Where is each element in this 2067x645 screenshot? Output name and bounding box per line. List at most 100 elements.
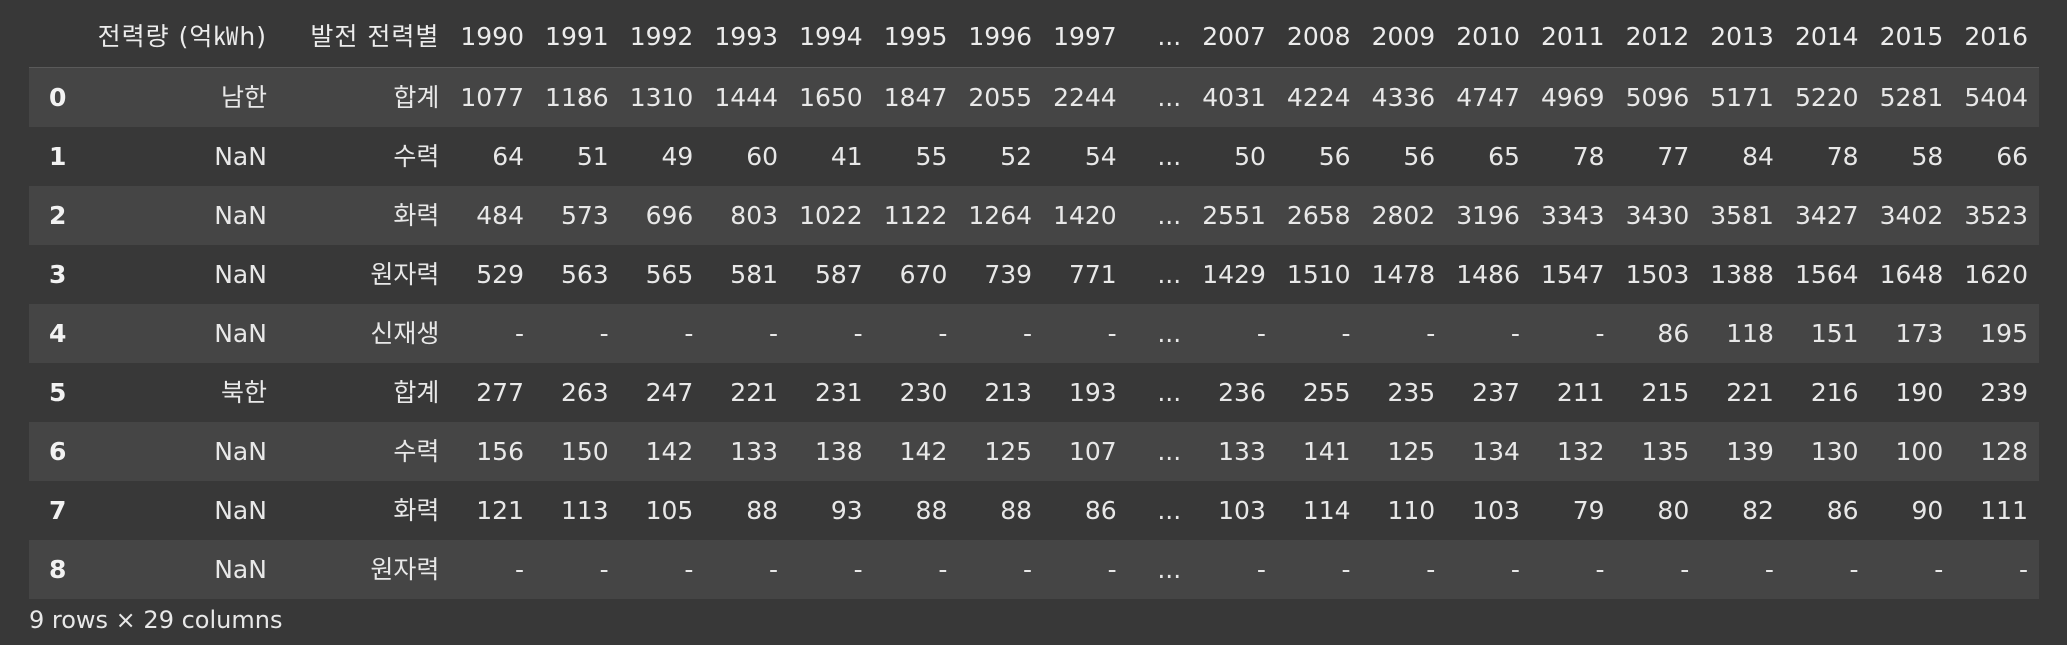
table-cell: - bbox=[1256, 319, 1266, 348]
table-cell: 4747 bbox=[1456, 83, 1520, 112]
column-header: 2010 bbox=[1446, 7, 1531, 68]
table-cell: 화력 bbox=[393, 201, 440, 230]
table-cell: 3430 bbox=[1625, 201, 1690, 230]
table-cell: 1650 bbox=[799, 83, 863, 112]
column-header: ... bbox=[1127, 7, 1193, 68]
column-header: 1997 bbox=[1043, 7, 1128, 68]
table-cell: 58 bbox=[1911, 142, 1944, 171]
column-header: 2016 bbox=[1954, 7, 2039, 68]
table-cell: 1310 bbox=[629, 83, 694, 112]
table-cell: - bbox=[2018, 555, 2028, 584]
table-cell: - bbox=[1680, 555, 1690, 584]
table-cell: 1486 bbox=[1456, 260, 1520, 289]
table-cell: 529 bbox=[476, 260, 524, 289]
table-cell: - bbox=[1023, 555, 1033, 584]
table-cell: 65 bbox=[1488, 142, 1520, 171]
table-cell: 화력 bbox=[393, 496, 440, 525]
table-cell: 55 bbox=[915, 142, 948, 171]
table-cell: 484 bbox=[476, 201, 524, 230]
table-cell: - bbox=[1595, 555, 1605, 584]
dataframe-output: 전력량 (억㎾h) 발전 전력별 1990 1991 1992 1993 1994 1995 1… bbox=[29, 7, 2039, 599]
table-cell: 118 bbox=[1726, 319, 1774, 348]
table-cell: 41 bbox=[830, 142, 863, 171]
table-cell: ... bbox=[1157, 378, 1182, 407]
table-cell: NaN bbox=[214, 437, 267, 466]
table-cell: 133 bbox=[730, 437, 779, 466]
table-cell: 3196 bbox=[1456, 201, 1520, 230]
table-cell: 150 bbox=[560, 437, 609, 466]
table-cell: - bbox=[1426, 555, 1436, 584]
table-cell: - bbox=[938, 555, 948, 584]
table-cell: 합계 bbox=[393, 83, 440, 112]
table-cell: 88 bbox=[1000, 496, 1033, 525]
table-cell: 105 bbox=[645, 496, 694, 525]
table-cell: 237 bbox=[1472, 378, 1520, 407]
table-cell: 581 bbox=[730, 260, 779, 289]
table-body: 0 남한 합계 1077 1186 1310 1444 1650 1847 2055 2244...… bbox=[29, 67, 2039, 599]
table-cell: 수력 bbox=[393, 142, 440, 171]
table-cell: 235 bbox=[1387, 378, 1436, 407]
table-cell: 북한 bbox=[220, 378, 267, 407]
table-row: 3 NaN 원자력 529 563 565 581 587 670 739 771... 1429 15… bbox=[29, 245, 2039, 304]
table-cell: 141 bbox=[1302, 437, 1351, 466]
column-header: 1990 bbox=[450, 7, 535, 68]
table-cell: NaN bbox=[214, 555, 267, 584]
table-cell: 1429 bbox=[1202, 260, 1266, 289]
table-cell: 107 bbox=[1068, 437, 1117, 466]
table-cell: 239 bbox=[1980, 378, 2028, 407]
table-cell: 54 bbox=[1084, 142, 1117, 171]
table-cell: - bbox=[1256, 555, 1266, 584]
table-cell: ... bbox=[1157, 319, 1182, 348]
table-cell: 151 bbox=[1810, 319, 1859, 348]
table-cell: 원자력 bbox=[370, 555, 440, 584]
table-cell: 100 bbox=[1895, 437, 1944, 466]
column-header: 1996 bbox=[958, 7, 1044, 68]
column-header: 2015 bbox=[1869, 7, 1955, 68]
table-cell: 255 bbox=[1302, 378, 1351, 407]
table-cell: 5404 bbox=[1964, 83, 2028, 112]
table-cell: - bbox=[1595, 319, 1605, 348]
index-header bbox=[29, 7, 70, 68]
table-cell: 573 bbox=[560, 201, 609, 230]
table-cell: 696 bbox=[645, 201, 694, 230]
table-cell: 236 bbox=[1218, 378, 1266, 407]
row-index: 5 bbox=[49, 378, 67, 407]
table-cell: - bbox=[1341, 555, 1351, 584]
table-cell: 1648 bbox=[1879, 260, 1944, 289]
table-cell: 565 bbox=[645, 260, 694, 289]
table-cell: - bbox=[1426, 319, 1436, 348]
table-cell: 130 bbox=[1810, 437, 1859, 466]
table-cell: - bbox=[514, 319, 524, 348]
table-cell: 3402 bbox=[1879, 201, 1944, 230]
table-cell: - bbox=[1510, 555, 1520, 584]
table-cell: 1388 bbox=[1710, 260, 1774, 289]
table-cell: 114 bbox=[1302, 496, 1351, 525]
table-row: 5 북한 합계 277 263 247 221 231 230 213 193... 236 255 23… bbox=[29, 363, 2039, 422]
table-cell: 86 bbox=[1657, 319, 1690, 348]
table-cell: - bbox=[1107, 555, 1117, 584]
table-cell: 2055 bbox=[968, 83, 1033, 112]
row-index: 0 bbox=[49, 83, 67, 112]
table-cell: 3581 bbox=[1710, 201, 1774, 230]
table-cell: ... bbox=[1157, 437, 1182, 466]
table-cell: 5096 bbox=[1625, 83, 1690, 112]
table-cell: 78 bbox=[1826, 142, 1859, 171]
table-cell: 193 bbox=[1068, 378, 1117, 407]
table-cell: NaN bbox=[214, 260, 267, 289]
table-cell: - bbox=[599, 319, 609, 348]
table-cell: 230 bbox=[899, 378, 948, 407]
column-header: 2011 bbox=[1530, 7, 1616, 68]
table-cell: 134 bbox=[1472, 437, 1520, 466]
table-cell: 86 bbox=[1084, 496, 1117, 525]
table-cell: 1510 bbox=[1286, 260, 1351, 289]
table-cell: 56 bbox=[1318, 142, 1351, 171]
table-cell: 5220 bbox=[1794, 83, 1859, 112]
column-header: 2012 bbox=[1615, 7, 1701, 68]
table-cell: 80 bbox=[1657, 496, 1690, 525]
table-cell: 139 bbox=[1726, 437, 1774, 466]
table-cell: - bbox=[599, 555, 609, 584]
column-header: 1995 bbox=[873, 7, 959, 68]
row-index: 2 bbox=[49, 201, 67, 230]
table-cell: 79 bbox=[1572, 496, 1605, 525]
table-row: 6 NaN 수력 156 150 142 133 138 142 125 107... 133 141 1… bbox=[29, 422, 2039, 481]
